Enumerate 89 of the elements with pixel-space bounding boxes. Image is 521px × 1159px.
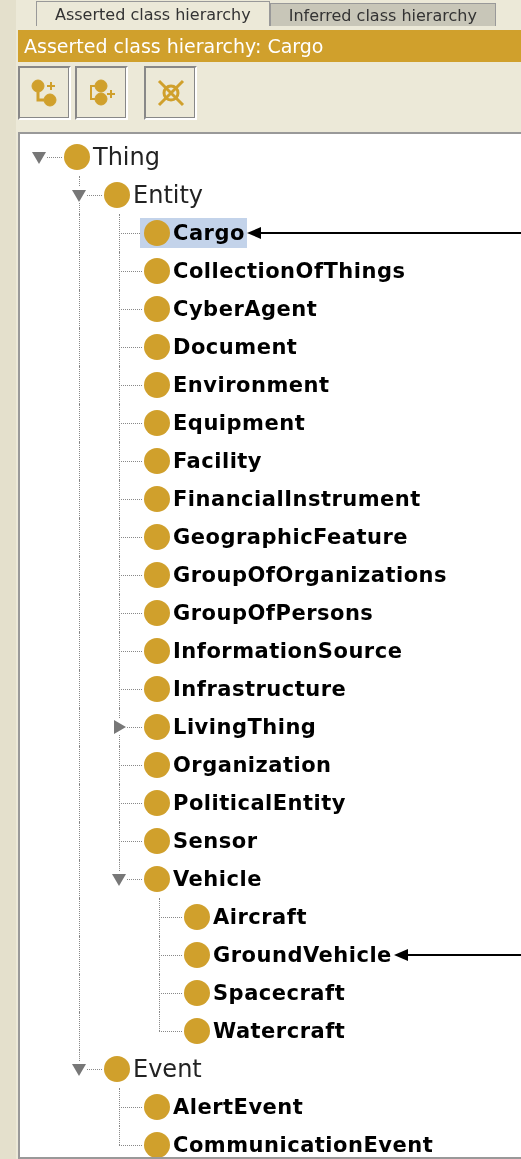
class-icon	[144, 258, 170, 284]
panel-title: Asserted class hierarchy: Cargo	[18, 30, 521, 62]
class-icon	[144, 676, 170, 702]
class-node[interactable]: Event	[100, 1053, 204, 1085]
class-icon	[144, 790, 170, 816]
tab[interactable]: Asserted class hierarchy	[36, 1, 270, 26]
class-icon	[144, 1132, 170, 1157]
circles-plus-icon	[29, 78, 60, 108]
class-icon	[184, 942, 210, 968]
class-node[interactable]: Vehicle	[140, 864, 264, 894]
class-label: Sensor	[173, 829, 258, 853]
class-node[interactable]: Cargo	[140, 218, 247, 248]
class-icon	[144, 866, 170, 892]
class-node[interactable]: Facility	[140, 446, 265, 476]
class-node[interactable]: GroupOfOrganizations	[140, 560, 450, 590]
class-label: Watercraft	[213, 1019, 346, 1043]
class-label: CyberAgent	[173, 297, 318, 321]
class-node[interactable]: Infrastructure	[140, 674, 349, 704]
class-node[interactable]: Aircraft	[180, 902, 309, 932]
class-node[interactable]: Spacecraft	[180, 978, 348, 1008]
class-icon	[144, 752, 170, 778]
class-icon	[104, 1056, 130, 1082]
class-label: GroupOfOrganizations	[173, 563, 448, 587]
class-node[interactable]: Sensor	[140, 826, 260, 856]
class-icon	[104, 182, 130, 208]
class-label: Facility	[173, 449, 263, 473]
class-node[interactable]: Thing	[60, 141, 162, 173]
class-icon	[64, 144, 90, 170]
class-node[interactable]: CommunicationEvent	[140, 1130, 436, 1157]
class-node[interactable]: Environment	[140, 370, 332, 400]
class-label: Cargo	[173, 221, 245, 245]
class-icon	[144, 372, 170, 398]
class-icon	[184, 980, 210, 1006]
class-label: AlertEvent	[173, 1095, 304, 1119]
class-label: Spacecraft	[213, 981, 346, 1005]
class-label: Organization	[173, 753, 332, 777]
class-node[interactable]: AlertEvent	[140, 1092, 306, 1122]
class-node[interactable]: InformationSource	[140, 636, 405, 666]
class-label: InformationSource	[173, 639, 403, 663]
class-label: CommunicationEvent	[173, 1133, 434, 1157]
class-node[interactable]: CollectionOfThings	[140, 256, 408, 286]
class-node[interactable]: FinancialInstrument	[140, 484, 423, 514]
class-icon	[144, 448, 170, 474]
class-label: Infrastructure	[173, 677, 347, 701]
class-node[interactable]: Watercraft	[180, 1016, 348, 1046]
class-icon	[144, 1094, 170, 1120]
class-node[interactable]: LivingThing	[140, 712, 319, 742]
class-icon	[144, 828, 170, 854]
class-icon	[144, 600, 170, 626]
delete-icon	[155, 78, 186, 108]
tab[interactable]: Inferred class hierarchy	[269, 3, 496, 26]
class-icon	[144, 714, 170, 740]
class-icon	[144, 296, 170, 322]
class-label: LivingThing	[173, 715, 317, 739]
class-label: GroupOfPersons	[173, 601, 374, 625]
class-label: CollectionOfThings	[173, 259, 406, 283]
class-node[interactable]: Equipment	[140, 408, 308, 438]
class-node[interactable]: Organization	[140, 750, 334, 780]
class-node[interactable]: Document	[140, 332, 300, 362]
class-icon	[144, 220, 170, 246]
class-node[interactable]: GroundVehicle	[180, 940, 394, 970]
class-node[interactable]: CyberAgent	[140, 294, 320, 324]
class-label: Event	[133, 1055, 202, 1083]
class-node[interactable]: PoliticalEntity	[140, 788, 349, 818]
class-node[interactable]: GroupOfPersons	[140, 598, 376, 628]
add-subclass-button[interactable]	[18, 66, 71, 120]
class-icon	[144, 524, 170, 550]
class-label: Thing	[93, 143, 160, 171]
class-icon	[184, 904, 210, 930]
class-icon	[144, 638, 170, 664]
class-label: Document	[173, 335, 298, 359]
class-label: GeographicFeature	[173, 525, 409, 549]
class-label: Entity	[133, 181, 204, 209]
class-icon	[144, 334, 170, 360]
class-node[interactable]: GeographicFeature	[140, 522, 411, 552]
class-icon	[144, 410, 170, 436]
add-sibling-button[interactable]	[75, 66, 128, 120]
class-node[interactable]: Entity	[100, 179, 206, 211]
class-icon	[144, 562, 170, 588]
class-icon	[144, 486, 170, 512]
class-label: Aircraft	[213, 905, 307, 929]
class-label: PoliticalEntity	[173, 791, 347, 815]
delete-button[interactable]	[144, 66, 197, 120]
class-label: Environment	[173, 373, 330, 397]
class-icon	[184, 1018, 210, 1044]
class-label: GroundVehicle	[213, 943, 392, 967]
class-label: FinancialInstrument	[173, 487, 421, 511]
class-label: Equipment	[173, 411, 306, 435]
class-label: Vehicle	[173, 867, 262, 891]
